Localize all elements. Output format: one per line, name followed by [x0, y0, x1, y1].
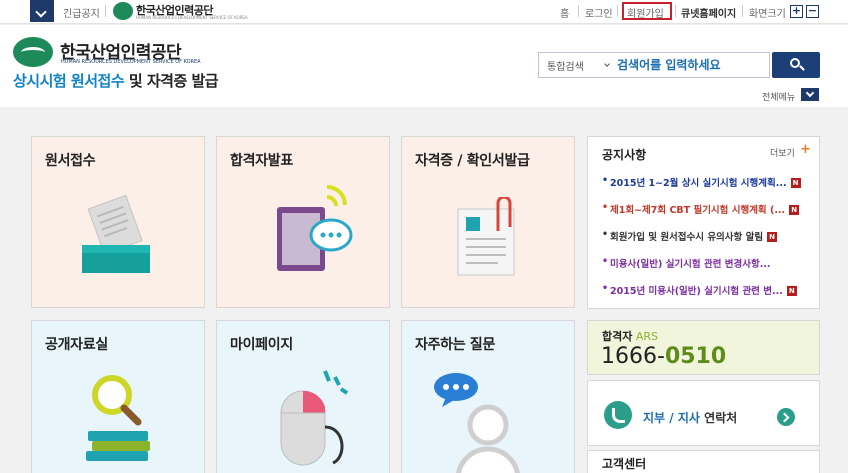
- tile-title: 공개자료실: [45, 337, 108, 353]
- home-link[interactable]: 홈: [560, 5, 569, 20]
- urgent-notice-link[interactable]: 긴급공지: [63, 5, 100, 20]
- new-badge: N: [790, 178, 801, 188]
- search-input[interactable]: [617, 54, 767, 76]
- divider: [742, 5, 743, 17]
- ars-label-main: 합격자: [602, 330, 633, 343]
- notice-item-text: 회원가입 및 원서접수시 유의사항 알림: [610, 232, 764, 243]
- certificate-clip-icon: [457, 197, 515, 276]
- new-badge: N: [786, 286, 797, 296]
- branch-contact-panel[interactable]: 지부 / 지사 연락처: [587, 380, 820, 446]
- branch-label-main: 지부 / 지사: [643, 411, 700, 425]
- notice-title: 공지사항: [602, 148, 647, 162]
- tile-faq[interactable]: 자주하는 질문: [401, 320, 575, 473]
- notice-item[interactable]: 미용사(일반) 실기시험 관련 변경사항...: [602, 256, 812, 283]
- tablet-chat-icon: [277, 185, 353, 271]
- notice-item-text: 2015년 1~2월 상시 실기시험 시행계획...: [610, 178, 787, 189]
- notice-item[interactable]: 회원가입 및 원서접수시 유의사항 알림N: [602, 229, 812, 256]
- search-button[interactable]: [772, 52, 820, 78]
- notice-more-link[interactable]: 더보기: [770, 146, 795, 159]
- notice-item-text: 제1회~제7회 CBT 필기시험 시행계획 (...: [610, 205, 786, 216]
- books-magnifier-icon: [86, 375, 150, 461]
- mini-logo-subtitle: HUMAN RESOURCES DEVELOPMENT SERVICE OF K…: [136, 15, 248, 20]
- notice-item-text: 2015년 미용사(일반) 실기시험 관련 변...: [610, 286, 783, 297]
- chevron-down-icon[interactable]: [801, 88, 819, 101]
- divider: [617, 5, 618, 17]
- tile-title: 마이페이지: [230, 337, 293, 353]
- qnet-home-link[interactable]: 큐넷홈페이지: [681, 5, 736, 20]
- search-type-select[interactable]: 통합검색: [539, 53, 615, 77]
- divider: [675, 5, 676, 17]
- ars-phone-number: 1666-0510: [601, 344, 726, 369]
- divider: [105, 5, 106, 17]
- chevron-right-icon[interactable]: [777, 408, 795, 426]
- chevron-down-icon: [604, 61, 610, 67]
- tile-my-page[interactable]: 마이페이지: [216, 320, 390, 473]
- service-title: 상시시험 원서접수 및 자격증 발급: [13, 70, 219, 91]
- screen-size-label: 화면크기: [749, 9, 786, 20]
- all-menu-label[interactable]: 전체메뉴: [762, 90, 795, 103]
- service-title-rest: 및 자격증 발급: [124, 72, 219, 90]
- tile-public-archive[interactable]: 공개자료실: [31, 320, 205, 473]
- ars-number-prefix: 1666-: [601, 344, 665, 369]
- tile-title: 자주하는 질문: [415, 337, 496, 353]
- tile-title: 합격자발표: [230, 153, 293, 169]
- tile-application[interactable]: 원서접수: [31, 136, 205, 308]
- ars-panel: 합격자 ARS 1666-0510: [587, 320, 820, 375]
- notice-item[interactable]: 2015년 1~2월 상시 실기시험 시행계획...N: [602, 175, 812, 202]
- document-box-icon: [82, 194, 150, 273]
- customer-center-title: 고객센터: [602, 457, 647, 471]
- zoom-out-button[interactable]: −: [806, 5, 819, 18]
- login-link[interactable]: 로그인: [585, 5, 613, 20]
- new-badge: N: [767, 232, 778, 242]
- ars-label: 합격자 ARS: [602, 328, 658, 344]
- tile-title: 자격증 / 확인서발급: [415, 153, 530, 169]
- customer-center-panel: 고객센터: [587, 450, 820, 473]
- ars-label-suffix: ARS: [632, 330, 659, 343]
- search-type-label: 통합검색: [547, 62, 584, 73]
- notice-list: 2015년 1~2월 상시 실기시험 시행계획...N 제1회~제7회 CBT …: [602, 175, 812, 310]
- service-title-highlight: 상시시험 원서접수: [13, 72, 125, 90]
- tile-results[interactable]: 합격자발표: [216, 136, 390, 308]
- site-header: 한국산업인력공단 HUMAN RESOURCES DEVELOPMENT SER…: [0, 25, 848, 107]
- join-link[interactable]: 회원가입: [627, 5, 664, 20]
- new-badge: N: [789, 205, 800, 215]
- plus-icon[interactable]: +: [800, 142, 811, 157]
- notice-item-text: 미용사(일반) 실기시험 관련 변경사항...: [610, 259, 771, 270]
- divider: [578, 5, 579, 17]
- notice-item[interactable]: 2015년 미용사(일반) 실기시험 관련 변...N: [602, 283, 812, 310]
- hrdk-mini-logo-icon: [113, 2, 133, 20]
- branch-contact-label: 지부 / 지사 연락처: [643, 409, 737, 426]
- branch-label-suffix: 연락처: [699, 411, 738, 425]
- top-utility-bar: 긴급공지 한국산업인력공단 HUMAN RESOURCES DEVELOPMEN…: [0, 0, 848, 24]
- person-chat-icon: [434, 373, 520, 473]
- search-box: 통합검색: [538, 52, 770, 78]
- tile-title: 원서접수: [45, 153, 96, 169]
- phone-icon: [604, 401, 632, 429]
- notice-item[interactable]: 제1회~제7회 CBT 필기시험 시행계획 (...N: [602, 202, 812, 229]
- chevron-down-icon[interactable]: [30, 0, 54, 22]
- notice-panel: 공지사항 더보기 + 2015년 1~2월 상시 실기시험 시행계획...N 제…: [587, 136, 820, 309]
- logo-english-name: HUMAN RESOURCES DEVELOPMENT SERVICE OF K…: [61, 59, 201, 65]
- search-icon-handle: [799, 65, 805, 71]
- ars-number-suffix: 0510: [664, 344, 727, 369]
- zoom-in-button[interactable]: +: [790, 5, 803, 18]
- hrdk-logo-icon[interactable]: [13, 37, 53, 67]
- mouse-click-icon: [280, 370, 349, 466]
- tile-certificate[interactable]: 자격증 / 확인서발급: [401, 136, 575, 308]
